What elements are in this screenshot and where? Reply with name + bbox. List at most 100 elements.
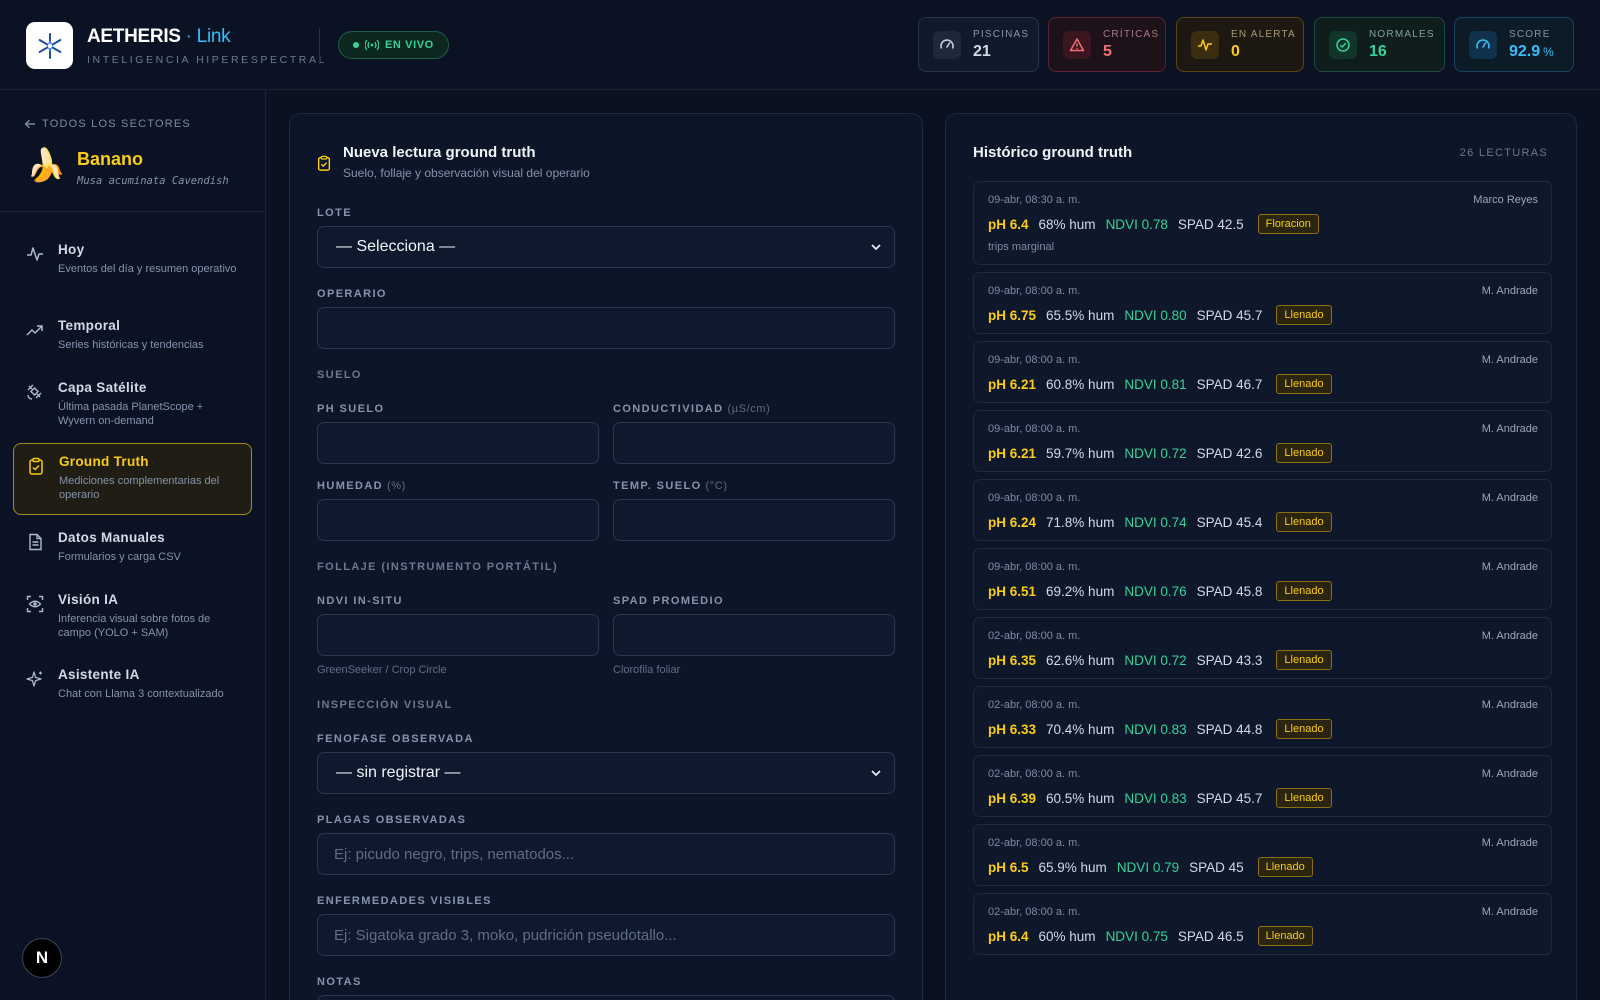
spad-input[interactable] bbox=[613, 614, 895, 656]
live-dot-icon bbox=[353, 42, 359, 48]
back-link[interactable]: TODOS LOS SECTORES bbox=[24, 118, 191, 130]
sidebar-item-vision-ia[interactable]: Visión IA Inferencia visual sobre fotos … bbox=[13, 582, 252, 650]
history-count: 26 LECTURAS bbox=[1459, 147, 1548, 159]
stat-card-score[interactable]: SCORE 92.9% bbox=[1454, 17, 1574, 72]
sidebar-item-capa-satelite[interactable]: Capa Satélite Última pasada PlanetScope … bbox=[13, 370, 252, 438]
reading-date: 09-abr, 08:00 a. m. bbox=[988, 423, 1081, 435]
reading-operator: M. Andrade bbox=[1481, 768, 1538, 780]
temp-suelo-input[interactable] bbox=[613, 499, 895, 541]
snowflake-logo-icon bbox=[38, 32, 61, 59]
check-circle-icon bbox=[1329, 30, 1357, 59]
trending-up-icon bbox=[26, 325, 43, 336]
activity-icon bbox=[1191, 30, 1219, 59]
reading-card[interactable]: 02-abr, 08:00 a. m. M. Andrade pH 6.33 7… bbox=[973, 686, 1552, 748]
stat-card-en-alerta[interactable]: EN ALERTA 0 bbox=[1176, 17, 1304, 72]
reading-ph: pH 6.4 bbox=[988, 216, 1029, 232]
reading-values: pH 6.24 71.8% hum NDVI 0.74 SPAD 45.4 Ll… bbox=[988, 512, 1332, 532]
notas-input[interactable] bbox=[317, 995, 895, 1000]
reading-values: pH 6.5 65.9% hum NDVI 0.79 SPAD 45 Llena… bbox=[988, 857, 1313, 877]
app-logo[interactable] bbox=[26, 22, 73, 69]
sidebar-item-temporal[interactable]: Temporal Series históricas y tendencias bbox=[13, 308, 252, 362]
reading-humidity: 60.8% hum bbox=[1046, 376, 1115, 392]
sidebar-item-desc: Chat con Llama 3 contextualizado bbox=[58, 688, 224, 700]
ph-suelo-input[interactable] bbox=[317, 422, 599, 464]
reading-operator: M. Andrade bbox=[1481, 423, 1538, 435]
reading-humidity: 69.2% hum bbox=[1046, 583, 1115, 599]
reading-card[interactable]: 02-abr, 08:00 a. m. M. Andrade pH 6.35 6… bbox=[973, 617, 1552, 679]
crop-scientific-name: Musa acuminata Cavendish bbox=[77, 175, 229, 187]
sidebar-item-ground-truth[interactable]: Ground Truth Mediciones complementarias … bbox=[13, 443, 252, 515]
operario-input[interactable] bbox=[317, 307, 895, 349]
operario-label: OPERARIO bbox=[317, 288, 387, 300]
sidebar-item-desc: Última pasada PlanetScope + Wyvern on-de… bbox=[58, 401, 204, 427]
scan-eye-icon bbox=[26, 595, 44, 613]
sidebar-item-label: Datos Manuales bbox=[58, 530, 165, 545]
reading-ndvi: NDVI 0.79 bbox=[1116, 859, 1180, 875]
reading-stage-badge: Llenado bbox=[1276, 581, 1332, 601]
reading-ndvi: NDVI 0.74 bbox=[1124, 514, 1187, 530]
stat-label: CRÍTICAS bbox=[1103, 28, 1160, 40]
form-title: Nueva lectura ground truth bbox=[343, 144, 536, 161]
reading-card[interactable]: 09-abr, 08:30 a. m. Marco Reyes pH 6.4 6… bbox=[973, 181, 1552, 265]
enfermedades-label: ENFERMEDADES VISIBLES bbox=[317, 895, 492, 907]
reading-card[interactable]: 02-abr, 08:00 a. m. M. Andrade pH 6.4 60… bbox=[973, 893, 1552, 955]
reading-card[interactable]: 09-abr, 08:00 a. m. M. Andrade pH 6.24 7… bbox=[973, 479, 1552, 541]
lote-select[interactable]: — Selecciona — bbox=[317, 226, 895, 268]
chevron-down-icon bbox=[871, 244, 881, 251]
reading-card[interactable]: 09-abr, 08:00 a. m. M. Andrade pH 6.21 5… bbox=[973, 410, 1552, 472]
conductividad-input[interactable] bbox=[613, 422, 895, 464]
reading-spad: SPAD 45.8 bbox=[1196, 583, 1263, 599]
framework-badge[interactable]: N bbox=[22, 938, 62, 978]
ndvi-input[interactable] bbox=[317, 614, 599, 656]
humedad-input[interactable] bbox=[317, 499, 599, 541]
app-subtitle: INTELIGENCIA HIPERESPECTRAL bbox=[87, 54, 327, 66]
alert-triangle-icon bbox=[1063, 30, 1091, 59]
gauge-icon bbox=[1469, 30, 1497, 59]
reading-values: pH 6.39 60.5% hum NDVI 0.83 SPAD 45.7 Ll… bbox=[988, 788, 1332, 808]
reading-operator: M. Andrade bbox=[1481, 906, 1538, 918]
reading-values: pH 6.75 65.5% hum NDVI 0.80 SPAD 45.7 Ll… bbox=[988, 305, 1332, 325]
reading-stage-badge: Llenado bbox=[1257, 857, 1313, 877]
reading-values: pH 6.4 68% hum NDVI 0.78 SPAD 42.5 Flora… bbox=[988, 214, 1319, 234]
stat-label: NORMALES bbox=[1369, 28, 1435, 40]
sidebar-item-label: Visión IA bbox=[58, 592, 119, 607]
reading-spad: SPAD 45.7 bbox=[1196, 790, 1263, 806]
reading-values: pH 6.35 62.6% hum NDVI 0.72 SPAD 43.3 Ll… bbox=[988, 650, 1332, 670]
reading-humidity: 59.7% hum bbox=[1046, 445, 1115, 461]
reading-stage-badge: Llenado bbox=[1276, 443, 1332, 463]
fenofase-select[interactable]: — sin registrar — bbox=[317, 752, 895, 794]
sidebar-item-hoy[interactable]: Hoy Eventos del día y resumen operativo bbox=[13, 232, 252, 286]
reading-values: pH 6.21 60.8% hum NDVI 0.81 SPAD 46.7 Ll… bbox=[988, 374, 1332, 394]
reading-operator: M. Andrade bbox=[1481, 837, 1538, 849]
satellite-icon bbox=[27, 384, 42, 400]
enfermedades-input[interactable] bbox=[317, 914, 895, 956]
sidebar-item-asistente-ia[interactable]: Asistente IA Chat con Llama 3 contextual… bbox=[13, 657, 252, 711]
gauge-icon bbox=[933, 30, 961, 59]
history-title: Histórico ground truth bbox=[973, 144, 1133, 161]
reading-operator: M. Andrade bbox=[1481, 699, 1538, 711]
reading-humidity: 65.9% hum bbox=[1038, 859, 1107, 875]
reading-ndvi: NDVI 0.76 bbox=[1124, 583, 1187, 599]
reading-ndvi: NDVI 0.75 bbox=[1105, 928, 1168, 944]
stat-card-criticas[interactable]: CRÍTICAS 5 bbox=[1048, 17, 1166, 72]
reading-spad: SPAD 46.5 bbox=[1177, 928, 1244, 944]
reading-humidity: 68% hum bbox=[1038, 216, 1096, 232]
reading-stage-badge: Llenado bbox=[1276, 374, 1332, 394]
reading-card[interactable]: 09-abr, 08:00 a. m. M. Andrade pH 6.51 6… bbox=[973, 548, 1552, 610]
lote-selected-value: — Selecciona — bbox=[336, 238, 456, 255]
reading-stage-badge: Llenado bbox=[1257, 926, 1313, 946]
stat-card-normales[interactable]: NORMALES 16 bbox=[1314, 17, 1445, 72]
stat-value: 0 bbox=[1231, 42, 1240, 60]
reading-card[interactable]: 02-abr, 08:00 a. m. M. Andrade pH 6.5 65… bbox=[973, 824, 1552, 886]
pulse-icon bbox=[27, 247, 43, 261]
sidebar-item-desc: Mediciones complementarias del operario bbox=[59, 475, 220, 501]
reading-card[interactable]: 09-abr, 08:00 a. m. M. Andrade pH 6.75 6… bbox=[973, 272, 1552, 334]
reading-card[interactable]: 02-abr, 08:00 a. m. M. Andrade pH 6.39 6… bbox=[973, 755, 1552, 817]
sidebar-item-datos-manuales[interactable]: Datos Manuales Formularios y carga CSV bbox=[13, 520, 252, 574]
reading-card[interactable]: 09-abr, 08:00 a. m. M. Andrade pH 6.21 6… bbox=[973, 341, 1552, 403]
stat-card-piscinas[interactable]: PISCINAS 21 bbox=[918, 17, 1039, 72]
plagas-input[interactable] bbox=[317, 833, 895, 875]
reading-values: pH 6.33 70.4% hum NDVI 0.83 SPAD 44.8 Ll… bbox=[988, 719, 1332, 739]
sidebar-item-label: Ground Truth bbox=[59, 454, 149, 469]
stat-value: 21 bbox=[973, 42, 991, 60]
